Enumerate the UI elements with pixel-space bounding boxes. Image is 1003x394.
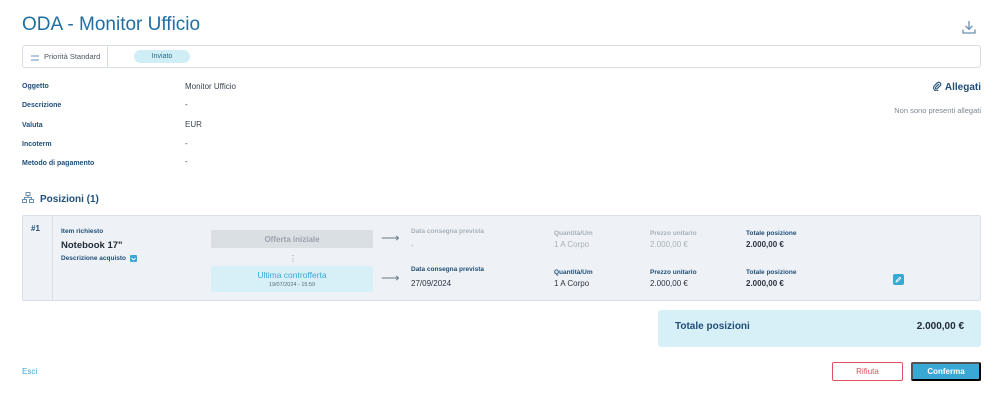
edit-icon[interactable] <box>893 274 904 285</box>
position-number: #1 <box>31 224 40 233</box>
item-name: Notebook 17" <box>61 240 123 251</box>
description-toggle[interactable]: Descrizione acquisto <box>61 255 138 262</box>
status-badge: Inviato <box>134 50 190 63</box>
positions-title: Posizioni (1) <box>40 193 99 205</box>
field-label-oggetto: Oggetto <box>22 83 49 90</box>
description-label: Descrizione acquisto <box>61 255 127 262</box>
field-label-metodo-pagamento: Metodo di pagamento <box>22 160 95 167</box>
attachments-title: Allegati <box>932 81 981 94</box>
counter-unit-price-label: Prezzo unitario <box>650 269 697 276</box>
counter-qty-label: Quantità/Um <box>554 269 593 276</box>
priority-cell: Priorità Standard <box>23 46 108 67</box>
counter-unit-price-value: 2.000,00 € <box>650 279 688 288</box>
initial-unit-price-label: Prezzo unitario <box>650 230 697 237</box>
arrow-right-icon: ⟶ <box>381 230 400 245</box>
item-label: Item richiesto <box>61 228 104 235</box>
field-value-metodo-pagamento: - <box>185 157 188 166</box>
position-card: #1 Item richiesto Notebook 17" Descrizio… <box>22 215 981 301</box>
paperclip-icon <box>932 81 945 94</box>
field-value-valuta: EUR <box>185 120 202 129</box>
download-icon[interactable] <box>961 19 977 35</box>
field-label-valuta: Valuta <box>22 122 43 129</box>
timeline-dots: ⋮ <box>289 254 297 263</box>
field-label-incoterm: Incoterm <box>22 141 52 148</box>
totals-box: Totale posizioni 2.000,00 € <box>658 310 981 347</box>
priority-bar: Priorità Standard Inviato <box>22 45 981 68</box>
field-value-descrizione: - <box>185 100 188 109</box>
hierarchy-icon <box>22 192 40 206</box>
initial-total-label: Totale posizione <box>746 230 797 237</box>
initial-delivery-value: - <box>411 241 414 250</box>
chevron-down-icon[interactable] <box>130 255 138 262</box>
counter-offer-date: 19/07/2024 - 15:59 <box>268 282 316 288</box>
priority-label: Priorità Standard <box>44 52 101 61</box>
initial-total-value: 2.000,00 € <box>746 240 784 249</box>
totals-label: Totale posizioni <box>675 321 750 332</box>
arrow-right-icon: ⟶ <box>381 270 400 285</box>
initial-qty-value: 1 A Corpo <box>554 240 590 249</box>
reject-button[interactable]: Rifiuta <box>832 362 903 381</box>
attachments-empty-text: Non sono presenti allegati <box>894 106 981 115</box>
priority-icon <box>31 54 39 60</box>
initial-offer-box: Offerta iniziale <box>211 230 373 248</box>
counter-qty-value: 1 A Corpo <box>554 279 590 288</box>
counter-total-label: Totale posizione <box>746 269 797 276</box>
positions-header: Posizioni (1) <box>22 192 99 206</box>
confirm-button[interactable]: Conferma <box>911 362 981 381</box>
field-value-incoterm: - <box>185 139 188 148</box>
initial-unit-price-value: 2.000,00 € <box>650 240 688 249</box>
counter-offer-box: Ultima controfferta 19/07/2024 - 15:59 <box>211 266 373 292</box>
counter-delivery-label: Data consegna prevista <box>411 266 484 273</box>
counter-delivery-value: 27/09/2024 <box>411 279 452 288</box>
initial-qty-label: Quantità/Um <box>554 230 593 237</box>
exit-link[interactable]: Esci <box>22 367 37 376</box>
counter-offer-label: Ultima controfferta <box>257 270 327 280</box>
totals-value: 2.000,00 € <box>916 321 964 332</box>
page-title: ODA - Monitor Ufficio <box>22 14 201 35</box>
field-label-descrizione: Descrizione <box>22 102 62 109</box>
counter-total-value: 2.000,00 € <box>746 279 784 288</box>
field-value-oggetto: Monitor Ufficio <box>185 82 236 91</box>
initial-delivery-label: Data consegna prevista <box>411 228 484 235</box>
attachments-title-text: Allegati <box>944 82 981 93</box>
